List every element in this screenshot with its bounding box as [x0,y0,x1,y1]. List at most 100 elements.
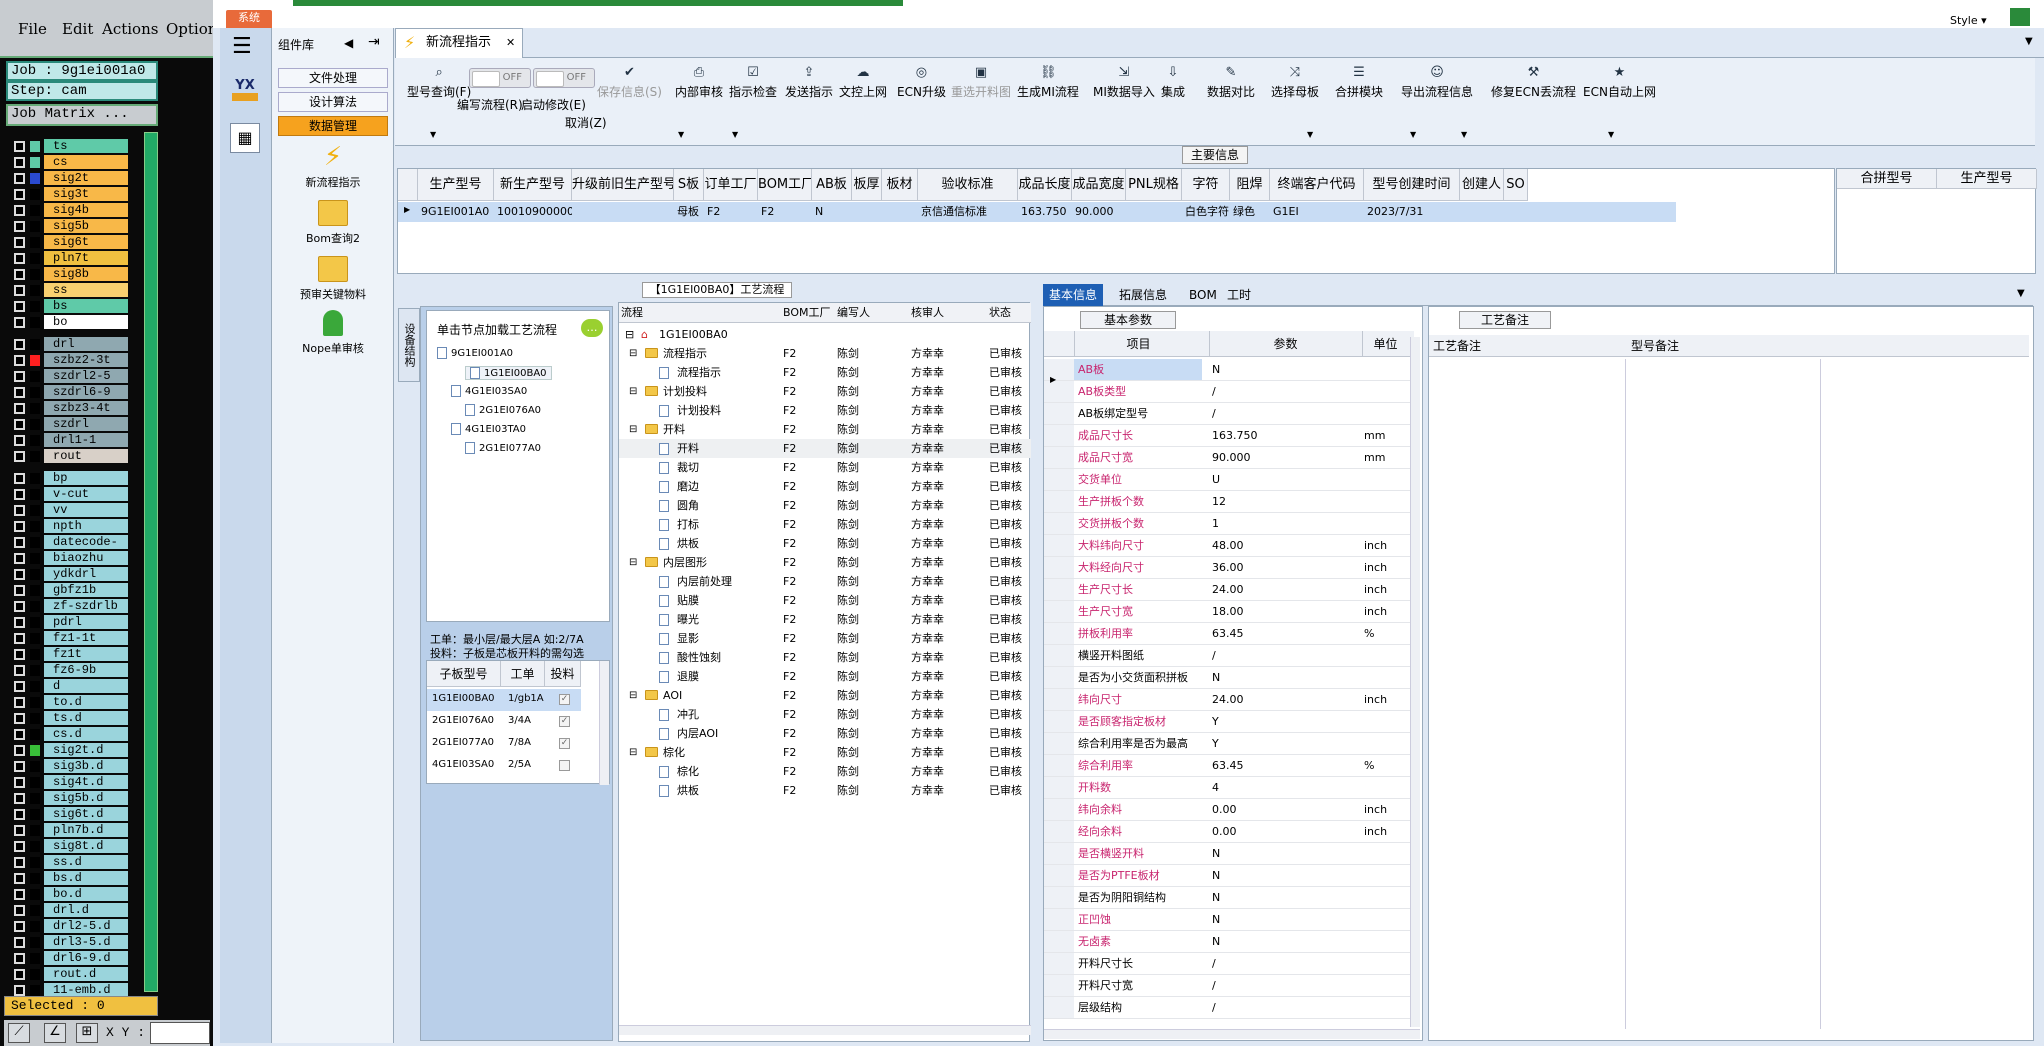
layer-row[interactable]: rout.d [8,966,128,982]
layer-row[interactable]: v-cut [8,486,128,502]
chevron-down-icon[interactable]: ▼ [678,130,684,139]
hamburger-icon[interactable]: ☰ [232,36,252,58]
layer-checkbox[interactable] [14,713,25,724]
layer-row[interactable]: sig6t [8,234,128,250]
flow-column-header[interactable]: 编写人 [837,303,870,322]
layer-checkbox[interactable] [14,537,25,548]
layer-checkbox[interactable] [14,601,25,612]
toolbar-button-7[interactable]: ▣ 重选开料图 [951,66,1011,100]
flow-row[interactable]: ⊟ 开料 F2 陈剑 方幸幸 已审核 [619,420,1031,439]
param-row[interactable]: 是否横竖开料 N [1044,843,1414,865]
layer-checkbox[interactable] [14,553,25,564]
param-row[interactable]: AB板类型 / [1044,381,1414,403]
angle-icon[interactable]: ∠ [44,1023,66,1043]
layer-row[interactable]: datecode-pbe [8,534,128,563]
layer-row[interactable]: szdrl2-5 [8,368,128,384]
flow-column-header[interactable]: 流程 [621,303,643,322]
layer-checkbox[interactable] [14,633,25,644]
column-header[interactable]: S板 [674,169,704,201]
layer-checkbox[interactable] [14,157,25,168]
layer-checkbox[interactable] [14,173,25,184]
layer-row[interactable]: fz1-1t [8,630,128,646]
lib-bom-query[interactable]: Bom查询2 [272,200,394,246]
bom-column-header[interactable]: 工单 [501,661,545,687]
param-row[interactable]: 综合利用率是否为最高 Y [1044,733,1414,755]
nav-data-management[interactable]: 数据管理 [278,116,388,136]
tree-node[interactable]: 1G1EI00BA0 [465,366,552,380]
column-header[interactable]: 验收标准 [918,169,1018,201]
layer-row[interactable]: zf-szdrlb [8,598,128,614]
param-row[interactable]: 纬向余料 0.00 inch [1044,799,1414,821]
flow-row[interactable]: 冲孔 F2 陈剑 方幸幸 已审核 [619,705,1031,724]
flow-column-header[interactable]: 状态 [989,303,1011,322]
right-tab[interactable]: BOM [1183,284,1223,306]
layer-row[interactable]: d [8,678,128,694]
flow-row[interactable]: 内层前处理 F2 陈剑 方幸幸 已审核 [619,572,1031,591]
param-scrollbar[interactable] [1410,337,1420,1027]
expand-icon[interactable]: ⊟ [629,686,637,705]
layer-checkbox[interactable] [14,953,25,964]
nav-file-processing[interactable]: 文件处理 [278,68,388,88]
toolbar-button-10[interactable]: ⇩ 集成 [1161,66,1185,100]
toolbar-button-6[interactable]: ◎ ECN升级 [897,66,946,100]
layer-row[interactable]: biaozhu [8,550,128,566]
remark-column-header[interactable]: 型号备注 [1631,335,1679,357]
flow-row[interactable]: ⊟ 计划投料 F2 陈剑 方幸幸 已审核 [619,382,1031,401]
param-row[interactable]: 综合利用率 63.45% [1044,755,1414,777]
chevron-down-icon[interactable]: ▼ [732,130,738,139]
bom-column-header[interactable]: 投料 [545,661,581,687]
flow-row[interactable]: 裁切 F2 陈剑 方幸幸 已审核 [619,458,1031,477]
param-column-header[interactable]: 项目 [1074,331,1202,357]
flow-row[interactable]: 磨边 F2 陈剑 方幸幸 已审核 [619,477,1031,496]
tab-new-flow[interactable]: ⚡ 新流程指示 ✕ [395,28,523,58]
grid-icon[interactable]: ⊞ [76,1023,98,1043]
layer-checkbox[interactable] [14,873,25,884]
param-row[interactable]: 生产拼板个数 12 [1044,491,1414,513]
param-row[interactable]: 是否顾客指定板材 Y [1044,711,1414,733]
layer-checkbox[interactable] [14,697,25,708]
toolbar-button-14[interactable]: ☺ 导出流程信息 [1401,66,1473,100]
param-hscrollbar[interactable] [1044,1029,1420,1039]
layer-checkbox[interactable] [14,237,25,248]
layer-checkbox[interactable] [14,841,25,852]
column-header[interactable]: PNL规格 [1126,169,1182,201]
layer-row[interactable]: drl2-5.d [8,918,128,934]
layer-checkbox[interactable] [14,809,25,820]
flow-root[interactable]: ⊟ ⌂ 1G1EI00BA0 [619,325,1031,344]
layer-row[interactable]: pln7t [8,250,128,266]
column-header[interactable]: 型号创建时间 [1364,169,1460,201]
layer-row[interactable]: sig5b [8,218,128,234]
tree-node[interactable]: 9G1EI001A0 [437,347,513,359]
toolbar-button-1[interactable]: ✔ 保存信息(S) [597,66,662,100]
layer-row[interactable]: bo [8,314,128,330]
layer-checkbox[interactable] [14,857,25,868]
layer-checkbox[interactable] [14,521,25,532]
param-row[interactable]: 纬向尺寸 24.00 inch [1044,689,1414,711]
flow-column-header[interactable]: BOM工厂 [783,303,831,322]
tree-node[interactable]: 4G1EI03SA0 [451,385,527,397]
param-row[interactable]: 层级结构 / [1044,997,1414,1019]
layer-checkbox[interactable] [14,189,25,200]
layer-checkbox[interactable] [14,355,25,366]
layer-row[interactable]: bo.d [8,886,128,902]
toolbar-button-0[interactable]: ⌕ 型号查询(F) [407,66,471,100]
layer-checkbox[interactable] [14,253,25,264]
layer-row[interactable]: ts [8,138,128,154]
flow-row[interactable]: 流程指示 F2 陈剑 方幸幸 已审核 [619,363,1031,382]
layer-row[interactable]: 11-emb.d [8,982,128,996]
layer-row[interactable]: pln7b.d [8,822,128,838]
param-row[interactable]: 开料数 4 [1044,777,1414,799]
column-header[interactable]: SO [1504,169,1528,201]
layer-row[interactable]: drl [8,336,128,352]
layer-checkbox[interactable] [14,473,25,484]
flow-row[interactable]: 圆角 F2 陈剑 方幸幸 已审核 [619,496,1031,515]
param-row[interactable]: 大料经向尺寸 36.00 inch [1044,557,1414,579]
layer-checkbox[interactable] [14,889,25,900]
layer-row[interactable]: bs.d [8,870,128,886]
layer-list-scrollbar[interactable] [144,132,158,992]
param-row[interactable]: 是否为PTFE板材 N [1044,865,1414,887]
param-row[interactable]: 无卤素 N [1044,931,1414,953]
flow-row[interactable]: 打标 F2 陈剑 方幸幸 已审核 [619,515,1031,534]
param-row[interactable]: 交货单位 U [1044,469,1414,491]
merge-column-header[interactable]: 生产型号 [1937,169,2037,189]
